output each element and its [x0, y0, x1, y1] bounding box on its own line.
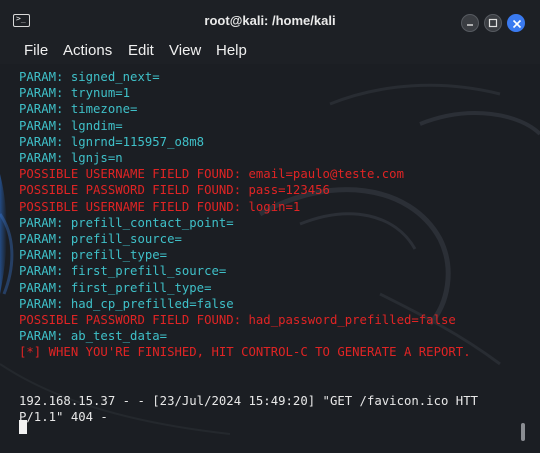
menu-edit[interactable]: Edit	[128, 42, 154, 60]
terminal-window: >_ root@kali: /home/kali File Actions Ed…	[0, 0, 540, 453]
close-icon	[512, 19, 522, 29]
terminal-line: 192.168.15.37 - - [23/Jul/2024 15:49:20]…	[19, 394, 479, 408]
terminal-line: PARAM: lgnjs=n	[19, 151, 123, 165]
window-title: root@kali: /home/kali	[204, 13, 336, 28]
terminal-line: POSSIBLE USERNAME FIELD FOUND: login=1	[19, 199, 301, 214]
menu-actions[interactable]: Actions	[63, 42, 112, 60]
terminal-line: PARAM: timezone=	[19, 102, 138, 117]
scrollbar-thumb[interactable]	[521, 423, 525, 441]
menu-view[interactable]: View	[169, 42, 201, 60]
terminal-line: PARAM: trynum=1	[19, 86, 131, 101]
terminal-output[interactable]: PARAM: signed_next= PARAM: trynum=1 PARAM:…	[0, 64, 540, 453]
minimize-icon	[467, 24, 473, 26]
terminal-line: PARAM: prefill_source=	[19, 232, 182, 246]
menu-help[interactable]: Help	[216, 42, 247, 60]
terminal-line: PARAM: prefill_type=	[19, 248, 168, 263]
terminal-cursor	[19, 420, 27, 434]
minimize-button[interactable]	[461, 14, 479, 32]
terminal-line: PARAM: had_cp_prefilled=false	[19, 296, 234, 311]
terminal-line: [*] WHEN YOU'RE FINISHED, HIT CONTROL-C …	[19, 345, 471, 360]
terminal-line: POSSIBLE PASSWORD FIELD FOUND: had_passw…	[19, 313, 456, 327]
terminal-line: PARAM: prefill_contact_point=	[19, 215, 234, 230]
terminal-line: P/1.1" 404 -	[19, 410, 108, 425]
terminal-line: PARAM: first_prefill_type=	[19, 280, 212, 295]
title-bar[interactable]: >_ root@kali: /home/kali	[0, 0, 540, 36]
menu-file[interactable]: File	[24, 42, 48, 60]
terminal-line: PARAM: lgndim=	[19, 118, 123, 133]
maximize-icon	[488, 18, 498, 28]
terminal-line: PARAM: first_prefill_source=	[19, 264, 227, 279]
terminal-line: PARAM: lgnrnd=115957_o8m8	[19, 134, 205, 149]
terminal-line: POSSIBLE USERNAME FIELD FOUND: email=pau…	[19, 167, 404, 182]
terminal-line: PARAM: signed_next=	[19, 70, 160, 84]
close-button[interactable]	[507, 14, 525, 32]
maximize-button[interactable]	[484, 14, 502, 32]
terminal-line: PARAM: ab_test_data=	[19, 329, 168, 344]
terminal-line: POSSIBLE PASSWORD FIELD FOUND: pass=1234…	[19, 183, 330, 198]
